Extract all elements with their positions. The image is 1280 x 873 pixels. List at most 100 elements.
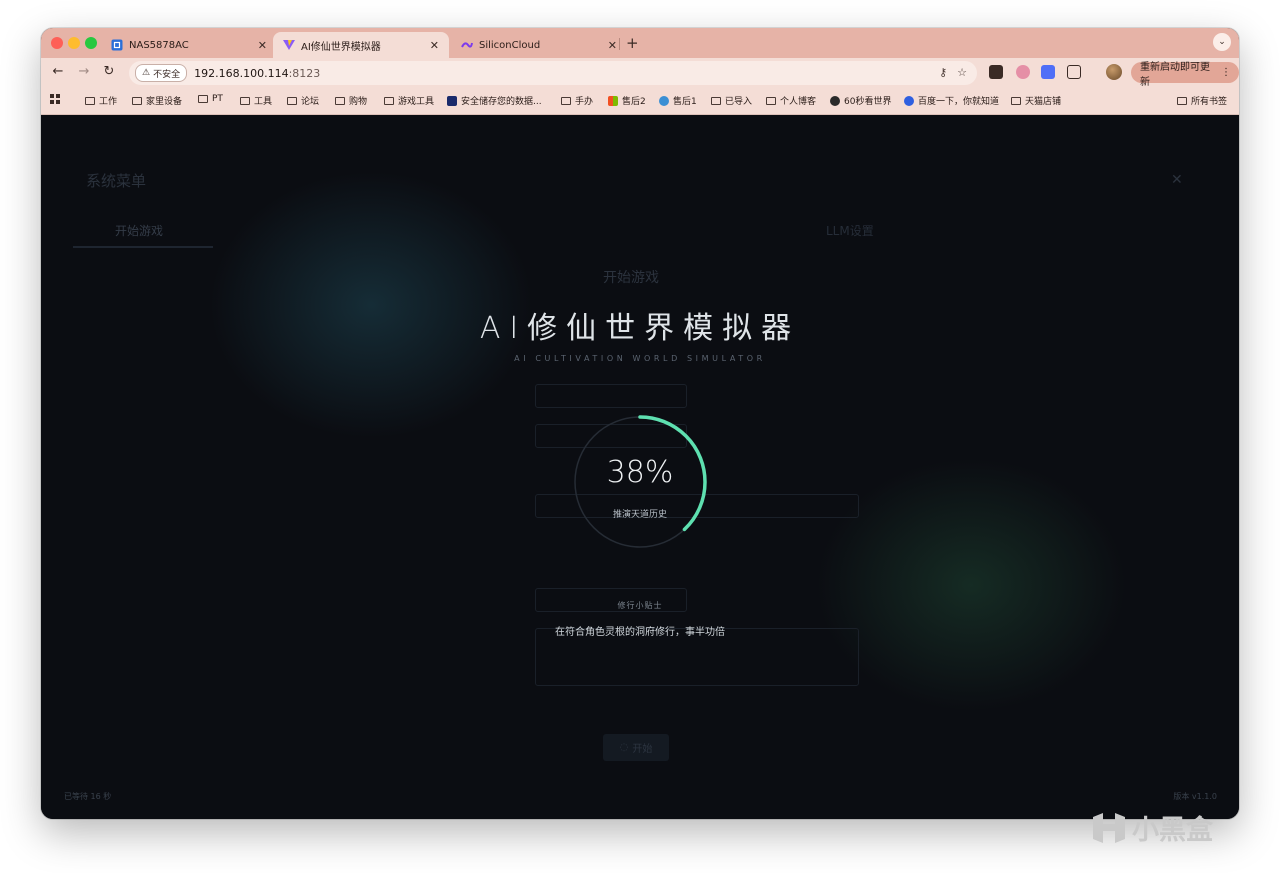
update-label: 重新启动即可更新 (1140, 61, 1210, 88)
heybox-logo-icon (1093, 812, 1125, 843)
folder-icon (287, 96, 297, 105)
bookmark-secure-storage[interactable]: 安全储存您的数据... (447, 94, 542, 107)
extensions-puzzle-icon[interactable] (1067, 65, 1081, 79)
bookmark-home-devices[interactable]: 家里设备 (132, 94, 182, 107)
bookmark-label: 百度一下，你就知道 (918, 97, 1000, 107)
nas-icon (111, 39, 123, 51)
bookmark-forum[interactable]: 论坛 (287, 94, 319, 107)
watermark: 小黑盒 (1090, 808, 1213, 847)
loading-spinner-icon: ◌ (619, 742, 629, 753)
bookmark-label: 个人博客 (780, 97, 817, 107)
baidu-paw-icon (904, 95, 914, 106)
tab-ai-cultivation[interactable]: AI修仙世界模拟器 ✕ (273, 32, 449, 58)
aftersales-icon (659, 95, 669, 106)
password-key-icon[interactable]: ⚷ (939, 66, 947, 79)
storage-icon (447, 95, 457, 106)
bookmark-label: 安全储存您的数据... (461, 97, 542, 107)
warning-triangle-icon: ⚠ (142, 68, 151, 78)
bookmark-label: 工具 (254, 97, 273, 107)
folder-icon (384, 96, 394, 105)
bookmark-tmall[interactable]: 天猫店铺 (1011, 94, 1061, 107)
folder-icon (766, 96, 776, 105)
tab-strip: NAS5878AC ✕ AI修仙世界模拟器 ✕ SiliconCloud ✕ +… (41, 28, 1239, 58)
bookmark-label: 售后1 (673, 97, 697, 107)
bookmark-label: 已导入 (725, 97, 753, 107)
kebab-menu-icon: ⋮ (1221, 67, 1231, 78)
address-bar[interactable]: ⚠ 不安全 192.168.100.114:8123 ⚷ ☆ (129, 61, 977, 85)
close-tab-icon[interactable]: ✕ (258, 39, 267, 52)
extension-pink-icon[interactable] (1016, 65, 1030, 79)
bookmark-work[interactable]: 工作 (85, 94, 117, 107)
close-window-button[interactable] (51, 37, 63, 49)
bookmark-label: 手办 (575, 97, 594, 107)
bookmark-tools[interactable]: 工具 (240, 94, 272, 107)
bookmark-aftersales-1[interactable]: 售后1 (659, 94, 697, 107)
bookmark-label: 论坛 (301, 97, 320, 107)
folder-icon (711, 96, 721, 105)
close-tab-icon[interactable]: ✕ (608, 39, 617, 52)
vite-icon (283, 39, 295, 51)
tab-label: NAS5878AC (129, 39, 189, 51)
back-arrow-icon[interactable]: ← (49, 64, 67, 79)
new-tab-button[interactable]: + (626, 34, 639, 52)
bookmark-figures[interactable]: 手办 (561, 94, 593, 107)
extension-blue-icon[interactable] (1041, 65, 1055, 79)
section-title: 开始游戏 (603, 270, 659, 286)
insecure-label: 不安全 (153, 69, 181, 80)
bookmark-label: 所有书签 (1191, 97, 1228, 107)
wait-time: 已等待 16 秒 (64, 792, 112, 801)
bookmark-60s[interactable]: 60秒看世界 (830, 94, 891, 107)
extension-scissors-icon[interactable] (989, 65, 1003, 79)
app-viewport: 系统菜单 ✕ 开始游戏 LLM设置 开始游戏 ◌ 开始 AI修仙世界模拟器 AI… (41, 115, 1239, 819)
tab-llm-settings[interactable]: LLM设置 (826, 222, 874, 239)
tab-nas[interactable]: NAS5878AC ✕ (101, 32, 277, 58)
cat-icon (830, 95, 840, 106)
menu-close-icon[interactable]: ✕ (1171, 172, 1183, 188)
active-tab-underline (73, 246, 213, 248)
url-text: 192.168.100.114:8123 (194, 67, 320, 80)
start-button-label: 开始 (632, 744, 653, 755)
apps-grid-icon[interactable] (50, 94, 61, 105)
maximize-window-button[interactable] (85, 37, 97, 49)
start-button[interactable]: ◌ 开始 (603, 734, 669, 761)
bookmark-star-icon[interactable]: ☆ (957, 66, 967, 79)
minimize-window-button[interactable] (68, 37, 80, 49)
folder-icon (85, 96, 95, 105)
bookmark-baidu[interactable]: 百度一下，你就知道 (904, 94, 999, 107)
bookmark-pt[interactable]: PT (198, 94, 223, 104)
update-button[interactable]: 重新启动即可更新 ⋮ (1131, 62, 1239, 88)
setting-input[interactable] (535, 384, 687, 408)
close-tab-icon[interactable]: ✕ (430, 39, 439, 52)
bookmark-all[interactable]: 所有书签 (1177, 94, 1227, 107)
tab-label: SiliconCloud (479, 39, 541, 51)
bookmark-game-tools[interactable]: 游戏工具 (384, 94, 434, 107)
bookmark-imported[interactable]: 已导入 (711, 94, 752, 107)
folder-icon (240, 96, 250, 105)
bookmark-blog[interactable]: 个人博客 (766, 94, 816, 107)
bookmark-label: 售后2 (622, 97, 646, 107)
version-label: 版本 v1.1.0 (1173, 792, 1217, 801)
microsoft-icon (608, 95, 618, 106)
bookmark-shopping[interactable]: 购物 (335, 94, 367, 107)
folder-icon (335, 96, 345, 105)
browser-window: NAS5878AC ✕ AI修仙世界模拟器 ✕ SiliconCloud ✕ +… (41, 28, 1239, 819)
folder-icon (1011, 96, 1021, 105)
bookmark-label: 天猫店铺 (1025, 97, 1062, 107)
tab-label: AI修仙世界模拟器 (301, 41, 381, 53)
loading-title: AI修仙世界模拟器 (479, 311, 801, 346)
forward-arrow-icon[interactable]: → (75, 64, 93, 79)
menu-title: 系统菜单 (86, 172, 147, 190)
reload-icon[interactable]: ↻ (100, 64, 118, 79)
bookmark-label: 60秒看世界 (844, 97, 892, 107)
tab-siliconcloud[interactable]: SiliconCloud ✕ (451, 32, 627, 58)
url-port: :8123 (288, 66, 321, 80)
profile-avatar[interactable] (1106, 64, 1122, 80)
progress-percent: 38% (606, 455, 674, 490)
bookmarks-bar: 工作 家里设备 PT 工具 论坛 购物 游戏工具 安全储存您的数据... 手办 … (41, 88, 1239, 115)
bookmark-label: 游戏工具 (398, 97, 435, 107)
tab-start-game[interactable]: 开始游戏 (115, 222, 163, 239)
tab-search-chevron-icon[interactable]: ⌄ (1213, 33, 1231, 51)
insecure-badge[interactable]: ⚠ 不安全 (135, 64, 188, 82)
loading-stage: 推演天道历史 (612, 510, 667, 520)
bookmark-aftersales-2[interactable]: 售后2 (608, 94, 646, 107)
